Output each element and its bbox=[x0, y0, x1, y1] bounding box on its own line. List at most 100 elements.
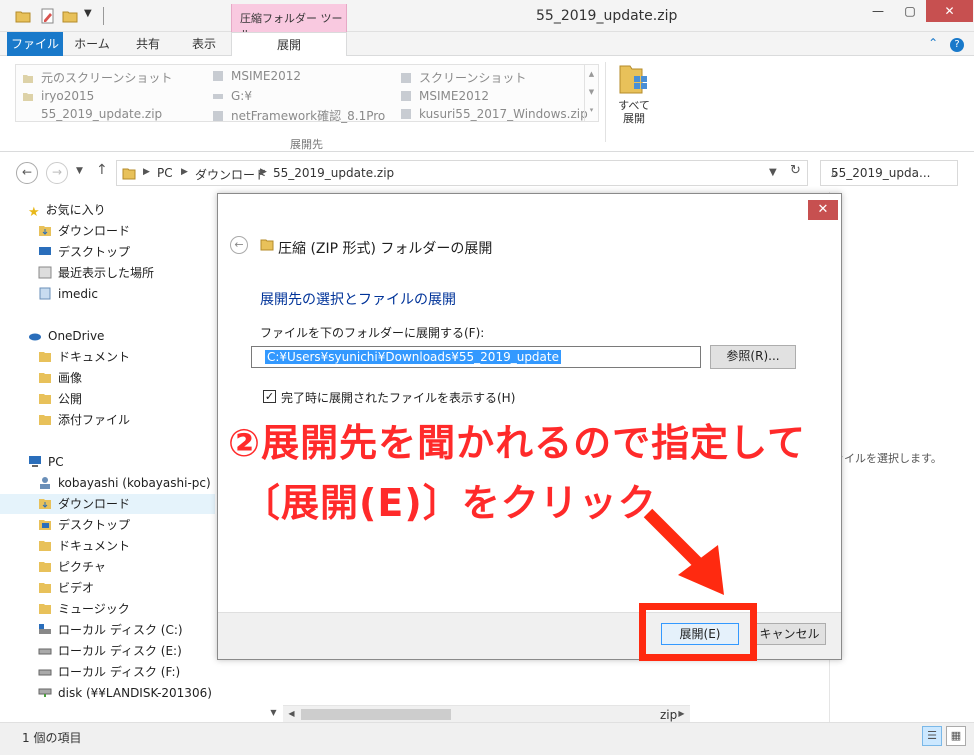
chevron-down-icon[interactable]: ▼ bbox=[76, 166, 83, 176]
destination-item[interactable]: G:¥ bbox=[212, 89, 252, 103]
sidebar-item-drive-e[interactable]: ローカル ディスク (E:) bbox=[38, 641, 182, 661]
details-view-button[interactable]: ☰ bbox=[922, 726, 942, 746]
annotation-highlight-box bbox=[639, 603, 757, 661]
forward-button[interactable]: → bbox=[46, 162, 68, 184]
window-title: 55_2019_update.zip bbox=[536, 8, 678, 24]
destination-item[interactable]: MSIME2012 bbox=[212, 69, 301, 83]
search-input[interactable]: 55_2019_upda... ⌕ bbox=[820, 160, 958, 186]
sidebar-item-public[interactable]: 公開 bbox=[38, 389, 82, 409]
folder-icon bbox=[39, 394, 51, 404]
computer-icon bbox=[29, 456, 41, 467]
show-files-checkbox-label[interactable]: 完了時に展開されたファイルを表示する(H) bbox=[281, 389, 515, 406]
sidebar-item-recent[interactable]: 最近表示した場所 bbox=[38, 263, 154, 283]
item-count: 1 個の項目 bbox=[22, 731, 82, 745]
properties-icon[interactable] bbox=[40, 8, 56, 24]
cancel-button[interactable]: キャンセル bbox=[753, 623, 826, 645]
destination-item[interactable]: スクリーンショット bbox=[400, 69, 526, 86]
maximize-button[interactable]: ▢ bbox=[896, 0, 924, 22]
chevron-down-icon[interactable]: ▼ bbox=[585, 83, 598, 101]
dialog-heading: 展開先の選択とファイルの展開 bbox=[260, 292, 456, 308]
breadcrumb-item[interactable]: 55_2019_update.zip bbox=[273, 166, 394, 180]
tab-home[interactable]: ホーム bbox=[64, 32, 120, 56]
sidebar-item-pc-downloads[interactable]: ダウンロード bbox=[0, 494, 215, 514]
browse-button[interactable]: 参照(R)... bbox=[710, 345, 796, 369]
toolbar-divider bbox=[103, 7, 104, 25]
close-button[interactable]: ✕ bbox=[926, 0, 973, 22]
sidebar-item-pc-desktop[interactable]: デスクトップ bbox=[38, 515, 130, 535]
folder-icon bbox=[39, 583, 51, 593]
sidebar-item-pc-videos[interactable]: ビデオ bbox=[38, 578, 94, 598]
scroll-thumb[interactable] bbox=[301, 709, 451, 720]
gallery-scroll[interactable]: ▲ ▼ ▾ bbox=[584, 65, 598, 121]
chevron-up-icon[interactable]: ▲ bbox=[585, 65, 598, 83]
annotation-arrow-icon bbox=[643, 508, 724, 595]
sidebar-item-user[interactable]: kobayashi (kobayashi-pc) bbox=[38, 473, 211, 493]
annotation-text: 〔展開(E)〕をクリック bbox=[242, 481, 657, 525]
dialog-close-button[interactable]: ✕ bbox=[808, 200, 838, 220]
title-bar: ▼ 圧縮フォルダー ツール 55_2019_update.zip — ▢ ✕ bbox=[0, 0, 974, 41]
dialog-title: 圧縮 (ZIP 形式) フォルダーの展開 bbox=[278, 241, 493, 257]
zip-folder-icon bbox=[401, 109, 411, 119]
search-icon[interactable]: ⌕ bbox=[831, 166, 951, 181]
tab-view[interactable]: 表示 bbox=[176, 32, 232, 56]
chevron-left-icon[interactable]: ◀ bbox=[283, 706, 300, 723]
tab-extract[interactable]: 展開 bbox=[231, 32, 347, 57]
tab-file[interactable]: ファイル bbox=[7, 32, 63, 56]
chevron-right-icon[interactable]: ▶ bbox=[181, 167, 188, 177]
sidebar-group-onedrive[interactable]: OneDrive bbox=[28, 326, 104, 346]
chevron-down-icon[interactable]: ▼ bbox=[265, 704, 282, 721]
sidebar-item-pictures[interactable]: 画像 bbox=[38, 368, 82, 388]
address-bar[interactable]: ▶ PC ▶ ダウンロード ▶ 55_2019_update.zip ▼ bbox=[116, 160, 808, 186]
sidebar-group-pc[interactable]: PC bbox=[28, 452, 64, 472]
help-icon[interactable]: ? bbox=[950, 38, 964, 52]
destination-path-input[interactable]: C:¥Users¥syunichi¥Downloads¥55_2019_upda… bbox=[251, 346, 701, 368]
breadcrumb-item[interactable]: PC bbox=[157, 166, 173, 180]
large-icons-view-button[interactable]: ▦ bbox=[946, 726, 966, 746]
dialog-back-button[interactable]: ← bbox=[230, 236, 248, 254]
folder-icon bbox=[401, 73, 411, 83]
destination-label: ファイルを下のフォルダーに展開する(F): bbox=[260, 326, 485, 340]
sidebar-item-attachments[interactable]: 添付ファイル bbox=[38, 410, 130, 430]
navigation-pane: ★ お気に入り ダウンロード デスクトップ 最近表示した場所 imedic One… bbox=[0, 192, 236, 722]
sidebar-item-downloads[interactable]: ダウンロード bbox=[38, 221, 130, 241]
sidebar-group-favorites[interactable]: ★ お気に入り bbox=[28, 200, 106, 220]
folder-icon bbox=[23, 75, 33, 83]
sidebar-item-pc-music[interactable]: ミュージック bbox=[38, 599, 130, 619]
refresh-icon[interactable]: ↻ bbox=[790, 163, 801, 178]
extract-all-label: 展開 bbox=[623, 112, 645, 125]
preview-hint: ァイルを選択します。 bbox=[833, 452, 942, 465]
back-button[interactable]: ← bbox=[16, 162, 38, 184]
sidebar-item-imedic[interactable]: imedic bbox=[38, 284, 98, 304]
minimize-button[interactable]: — bbox=[864, 0, 892, 22]
sidebar-item-drive-c[interactable]: ローカル ディスク (C:) bbox=[38, 620, 183, 640]
destination-item[interactable]: 55_2019_update.zip bbox=[22, 107, 162, 121]
show-files-checkbox[interactable]: ✓ bbox=[263, 390, 276, 403]
group-label: 展開先 bbox=[290, 138, 323, 151]
sidebar-item-documents[interactable]: ドキュメント bbox=[38, 347, 130, 367]
extract-all-button[interactable]: すべて 展開 bbox=[612, 62, 656, 138]
tab-share[interactable]: 共有 bbox=[120, 32, 176, 56]
destination-item[interactable]: MSIME2012 bbox=[400, 89, 489, 103]
sidebar-item-pc-pictures[interactable]: ピクチャ bbox=[38, 557, 106, 577]
destination-item[interactable]: 元のスクリーンショット bbox=[22, 69, 172, 86]
breadcrumb-item[interactable]: ダウンロード bbox=[195, 166, 267, 183]
horizontal-scrollbar[interactable]: ◀ ▶ bbox=[283, 705, 690, 722]
destination-item[interactable]: kusuri55_2017_Windows.zip bbox=[400, 107, 588, 121]
chevron-right-icon[interactable]: ▶ bbox=[260, 167, 267, 177]
destination-item[interactable]: netFramework確認_8.1Pro bbox=[212, 107, 385, 124]
up-button[interactable]: ↑ bbox=[96, 162, 108, 178]
sidebar-item-pc-documents[interactable]: ドキュメント bbox=[38, 536, 130, 556]
chevron-up-icon[interactable]: ⌃ bbox=[928, 36, 938, 50]
file-name-fragment: zip bbox=[660, 708, 678, 722]
sidebar-item-desktop[interactable]: デスクトップ bbox=[38, 242, 130, 262]
quick-access-dropdown-icon[interactable]: ▼ bbox=[84, 8, 92, 19]
chevron-down-icon[interactable]: ▼ bbox=[769, 167, 777, 178]
chevron-right-icon[interactable]: ▶ bbox=[143, 167, 150, 177]
gallery-more-icon[interactable]: ▾ bbox=[585, 101, 598, 119]
destination-item[interactable]: iryo2015 bbox=[22, 89, 94, 103]
sidebar-item-network-drive[interactable]: disk (¥¥LANDISK-201306) (L:) bbox=[38, 683, 236, 703]
new-folder-icon[interactable] bbox=[62, 8, 78, 24]
sidebar-item-drive-f[interactable]: ローカル ディスク (F:) bbox=[38, 662, 180, 682]
folder-icon[interactable] bbox=[15, 8, 31, 24]
folder-icon bbox=[22, 108, 34, 120]
